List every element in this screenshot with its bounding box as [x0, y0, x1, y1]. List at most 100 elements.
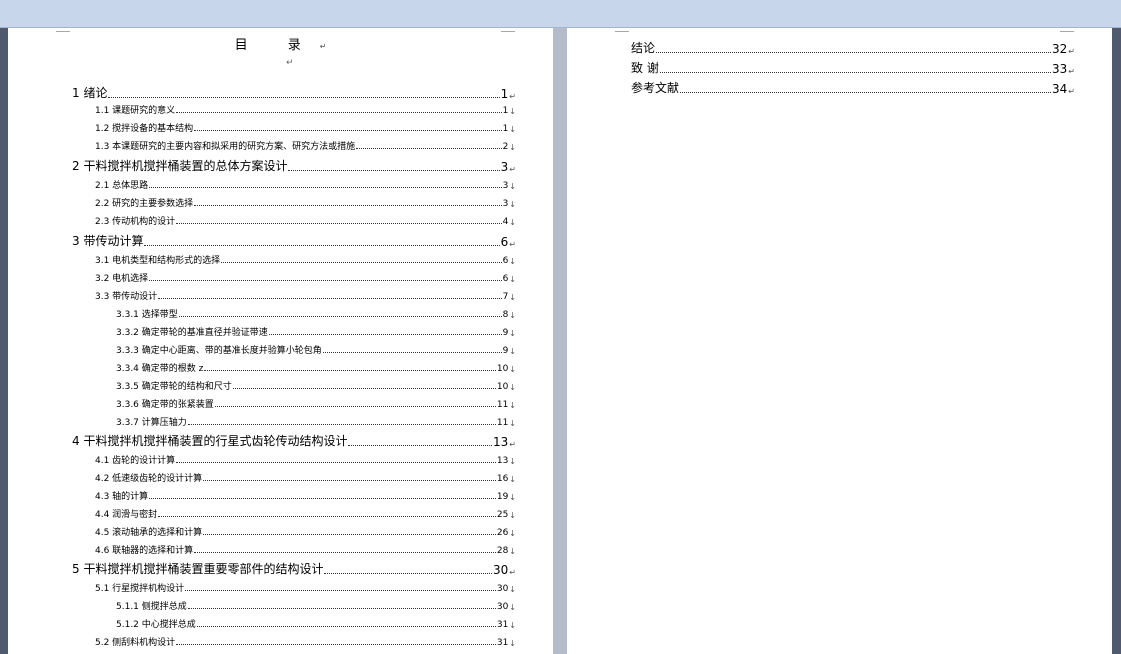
toc-entry[interactable]: 1.1 课题研究的意义 1 ↓ [95, 103, 516, 116]
toc-entry[interactable]: 3.3.2 确定带轮的基准直径并验证带速 9 ↓ [116, 325, 516, 338]
toc-leader-dots [108, 96, 500, 98]
toc-entry-title: 4 干料搅拌机搅拌桶装置的行星式齿轮传动结构设计 [72, 434, 348, 448]
toc-entry[interactable]: 3 带传动计算 6 ↵ [72, 233, 516, 249]
paragraph-mark: ↵ [509, 92, 516, 101]
toc-entry[interactable]: 4.6 联轴器的选择和计算 28 ↓ [95, 543, 516, 556]
toc-entry[interactable]: 3.3.3 确定中心距离、带的基准长度并验算小轮包角 9 ↓ [116, 343, 516, 356]
toc-entry[interactable]: 3.3.6 确定带的张紧装置 11 ↓ [116, 397, 516, 410]
paragraph-mark: ↓ [509, 457, 516, 466]
toc-entry[interactable]: 4.5 滚动轴承的选择和计算 26 ↓ [95, 525, 516, 538]
toc-entry-title: 4.5 滚动轴承的选择和计算 [95, 528, 203, 538]
toc-leader-dots [203, 533, 496, 535]
toc-leader-dots [176, 643, 496, 645]
paragraph-mark: ↵ [286, 58, 294, 68]
toc-entry-title: 3.3.6 确定带的张紧装置 [116, 400, 214, 410]
toc-entry[interactable]: 4.2 低速级齿轮的设计计算 16 ↓ [95, 471, 516, 484]
toc-entry-title: 参考文献 [631, 81, 680, 95]
toc-entry-page: 6 [502, 274, 509, 284]
toc-entry-page: 34 [1052, 82, 1068, 96]
toc-entry[interactable]: 5.2 侧刮料机构设计 31 ↓ [95, 635, 516, 648]
toc-entry-page: 7 [502, 292, 509, 302]
toc-entry[interactable]: 3.3.7 计算压轴力 11 ↓ [116, 415, 516, 428]
toc-entry[interactable]: 参考文献 34 ↵ [631, 80, 1075, 96]
toc-entry[interactable]: 5.1 行星搅拌机构设计 30 ↓ [95, 581, 516, 594]
toc-entry-page: 9 [502, 328, 509, 338]
toc-entry[interactable]: 2 干料搅拌机搅拌桶装置的总体方案设计 3 ↵ [72, 158, 516, 174]
toc-entry[interactable]: 4.3 轴的计算 19 ↓ [95, 489, 516, 502]
toc-entry-title: 1.2 搅拌设备的基本结构 [95, 124, 194, 134]
toc-entry[interactable]: 4.4 润滑与密封 25 ↓ [95, 507, 516, 520]
toc-entry-page: 26 [496, 528, 509, 538]
toc-entry-page: 13 [496, 456, 509, 466]
toc-entry[interactable]: 2.3 传动机构的设计 4 ↓ [95, 214, 516, 227]
toc-entry-title: 4.6 联轴器的选择和计算 [95, 546, 194, 556]
toc-leader-dots [680, 91, 1052, 93]
toc-entry[interactable]: 3.3.5 确定带轮的结构和尺寸 10 ↓ [116, 379, 516, 392]
paragraph-mark: ↓ [509, 218, 516, 227]
toc-entry-title: 2.3 传动机构的设计 [95, 217, 176, 227]
toc-entry[interactable]: 3.3.1 选择带型 8 ↓ [116, 307, 516, 320]
toc-entry[interactable]: 1 绪论 1 ↵ [72, 85, 516, 101]
toc-entry-title: 1.1 课题研究的意义 [95, 106, 176, 116]
paragraph-mark: ↓ [509, 365, 516, 374]
toc-entry[interactable]: 4 干料搅拌机搅拌桶装置的行星式齿轮传动结构设计 13 ↵ [72, 433, 516, 449]
toc-entry[interactable]: 2.2 研究的主要参数选择 3 ↓ [95, 196, 516, 209]
toc-entry-title: 2 干料搅拌机搅拌桶装置的总体方案设计 [72, 159, 288, 173]
toc-entry-title: 5.1.2 中心搅拌总成 [116, 620, 196, 630]
toc-leader-dots [221, 261, 502, 263]
toc-entry-page: 28 [496, 546, 509, 556]
paragraph-mark: ↓ [509, 107, 516, 116]
toc-entry[interactable]: 结论 32 ↵ [631, 40, 1075, 56]
paragraph-mark: ↓ [509, 293, 516, 302]
corner-mark-top-right [1060, 28, 1074, 32]
toc-entry-page: 31 [496, 638, 509, 648]
toc-leader-dots [194, 129, 502, 131]
toc-leader-dots [196, 625, 496, 627]
toc-entry[interactable]: 1.3 本课题研究的主要内容和拟采用的研究方案、研究方法或措施 2 ↓ [95, 139, 516, 152]
paragraph-mark: ↓ [509, 639, 516, 648]
toc-entry-title: 5.1.1 侧搅拌总成 [116, 602, 187, 612]
paragraph-mark: ↓ [509, 603, 516, 612]
toc-entry[interactable]: 3.2 电机选择 6 ↓ [95, 271, 516, 284]
paragraph-mark: ↓ [509, 511, 516, 520]
toc-entry-title: 3.3.4 确定带的根数 z [116, 364, 204, 374]
toc-entry[interactable]: 2.1 总体思路 3 ↓ [95, 178, 516, 191]
toc-leader-dots [187, 607, 496, 609]
toc-entry-page: 33 [1052, 62, 1068, 76]
toc-entry-title: 4.2 低速级齿轮的设计计算 [95, 474, 203, 484]
toc-entry-page: 30 [496, 584, 509, 594]
toc-leader-dots [659, 71, 1052, 73]
toc-entry-page: 3 [502, 181, 509, 191]
toc-entry[interactable]: 5 干料搅拌机搅拌桶装置重要零部件的结构设计 30 ↵ [72, 561, 516, 577]
toc-entry-title: 5.1 行星搅拌机构设计 [95, 584, 185, 594]
paragraph-mark: ↓ [509, 200, 516, 209]
toc-entry-title: 5 干料搅拌机搅拌桶装置重要零部件的结构设计 [72, 562, 324, 576]
toc-entry[interactable]: 3.3 带传动设计 7 ↓ [95, 289, 516, 302]
document-page-1[interactable]: 目 录↵ ↵ 1 绪论 1 ↵ 1.1 课题研究的意义 1 ↓ 1.2 搅拌设备的基本结构 1… [8, 28, 553, 654]
paragraph-mark: ↓ [509, 347, 516, 356]
toc-entry[interactable]: 3.3.4 确定带的根数 z 10 ↓ [116, 361, 516, 374]
toc-entry[interactable]: 4.1 齿轮的设计计算 13 ↓ [95, 453, 516, 466]
toc-entry[interactable]: 1.2 搅拌设备的基本结构 1 ↓ [95, 121, 516, 134]
toc-entry-title: 5.2 侧刮料机构设计 [95, 638, 176, 648]
toc-entry[interactable]: 3.1 电机类型和结构形式的选择 6 ↓ [95, 253, 516, 266]
toc-entry-page: 30 [496, 602, 509, 612]
toc-entry-title: 3.3.1 选择带型 [116, 310, 178, 320]
toc-entry-page: 31 [496, 620, 509, 630]
corner-mark-top-right [501, 28, 515, 32]
toc-entry-page: 3 [502, 199, 509, 209]
toc-entry[interactable]: 5.1.1 侧搅拌总成 30 ↓ [116, 599, 516, 612]
toc-leader-dots [268, 333, 502, 335]
toc-entry[interactable]: 5.1.2 中心搅拌总成 31 ↓ [116, 617, 516, 630]
document-page-2[interactable]: 结论 32 ↵ 致 谢 33 ↵ 参考文献 34 ↵ [567, 28, 1112, 654]
toc-entry-page: 11 [496, 418, 509, 428]
paragraph-mark: ↓ [509, 275, 516, 284]
toc-leader-dots [356, 147, 502, 149]
toc-entry-title: 1.3 本课题研究的主要内容和拟采用的研究方案、研究方法或措施 [95, 142, 356, 152]
toc-leader-dots [322, 351, 502, 353]
toc-entry[interactable]: 致 谢 33 ↵ [631, 60, 1075, 76]
toc-entry-title: 结论 [631, 41, 656, 55]
toc-entry-title: 3.1 电机类型和结构形式的选择 [95, 256, 221, 266]
toc-entry-title: 2.1 总体思路 [95, 181, 149, 191]
toc-leader-dots [348, 444, 493, 446]
